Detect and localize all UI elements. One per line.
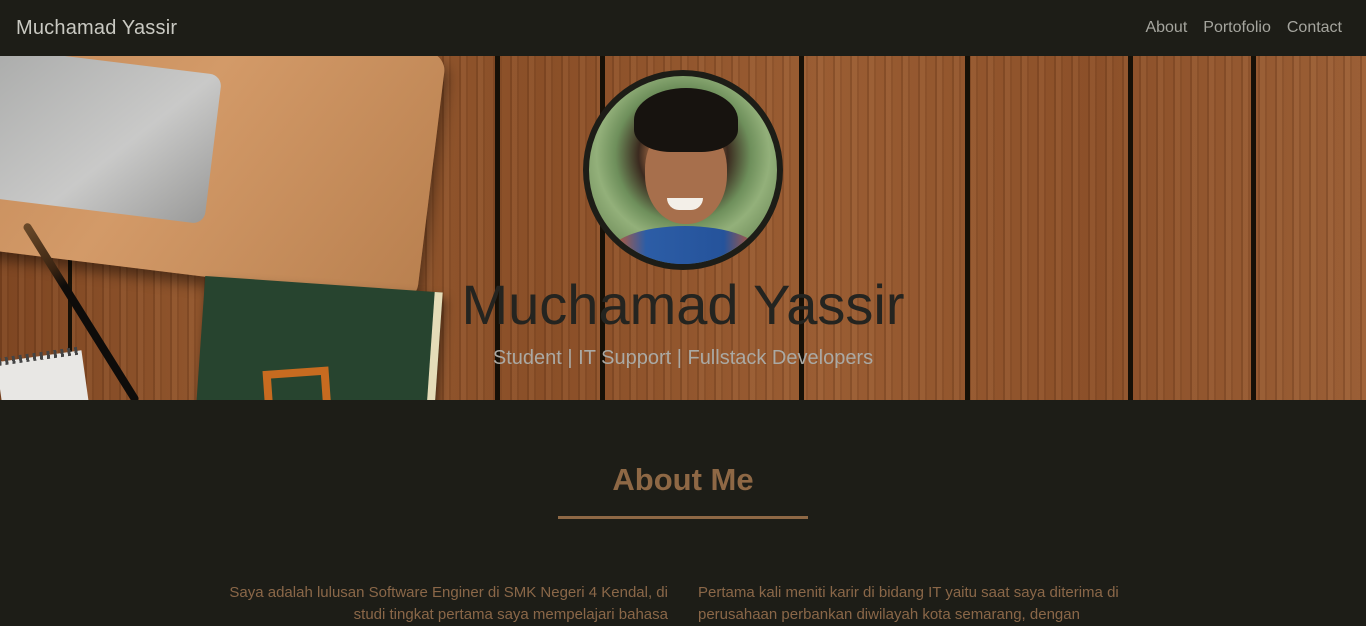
notebook-emblem [262,366,333,400]
about-text-right: Pertama kali meniti karir di bidang IT y… [698,584,1119,623]
nav-links: About Portofolio Contact [1137,19,1350,37]
hero-title: Muchamad Yassir [461,273,905,336]
avatar-hair [634,88,738,152]
brand-link[interactable]: Muchamad Yassir [16,17,177,40]
navbar: Muchamad Yassir About Portofolio Contact [0,0,1366,56]
nav-link-about[interactable]: About [1137,19,1195,37]
hero-subtitle: Student | IT Support | Fullstack Develop… [492,347,874,369]
about-text-left: Saya adalah lulusan Software Enginer di … [229,584,668,623]
profile-avatar [583,70,783,270]
laptop-lid [0,56,223,225]
nav-link-portofolio[interactable]: Portofolio [1195,19,1279,37]
about-heading: About Me [612,462,754,497]
avatar-shirt [607,226,763,264]
about-divider [558,516,808,519]
nav-link-contact[interactable]: Contact [1279,19,1350,37]
